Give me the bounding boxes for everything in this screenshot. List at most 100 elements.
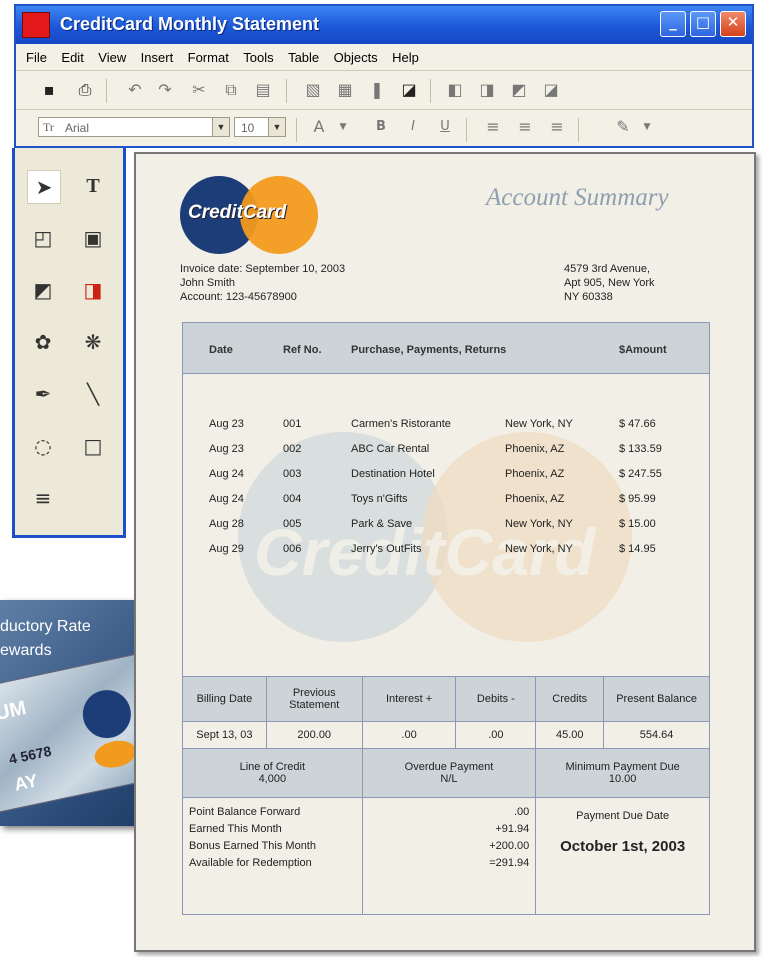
cell-desc: Park & Save	[351, 518, 413, 530]
menu-format[interactable]: Format	[188, 50, 229, 65]
select-arrow-icon[interactable]: ➤	[27, 170, 61, 204]
table-row: Aug 29 006 Jerry's OutFits New York, NY …	[183, 540, 709, 560]
text-tool-icon[interactable]: T	[77, 170, 109, 202]
line-color-icon[interactable]: ✎	[612, 116, 634, 138]
line-tool-icon[interactable]: ╲	[77, 378, 109, 410]
cut-icon[interactable]: ✂	[188, 79, 210, 101]
cell-location: New York, NY	[505, 518, 573, 530]
bring-forward-icon[interactable]: ◧	[444, 79, 466, 101]
cell-location: Phoenix, AZ	[505, 443, 565, 455]
promo-line1: ductory Rate	[0, 618, 91, 635]
previous-statement-value: 200.00	[265, 721, 363, 749]
stamp-tool-icon[interactable]: ◩	[27, 274, 59, 306]
close-button[interactable]: ✕	[720, 11, 746, 37]
font-select[interactable]: Tr Arial ▼	[38, 117, 230, 137]
chevron-down-icon[interactable]: ▼	[332, 116, 354, 138]
debits-value: .00	[455, 721, 537, 749]
menu-table[interactable]: Table	[288, 50, 319, 65]
shapes-tool-icon[interactable]: ✿	[27, 326, 59, 358]
send-backward-icon[interactable]: ◨	[476, 79, 498, 101]
card-text: AY	[12, 770, 40, 795]
balance-summary-table: Billing Date Previous Statement Interest…	[182, 676, 710, 915]
menu-view[interactable]: View	[98, 50, 126, 65]
minimize-icon: _	[669, 13, 677, 31]
toolbar-separator	[430, 79, 431, 103]
menu-help[interactable]: Help	[392, 50, 419, 65]
cell-desc: Destination Hotel	[351, 468, 435, 480]
chevron-down-icon[interactable]: ▼	[212, 118, 229, 136]
cell-date: Aug 23	[209, 418, 244, 430]
save-icon[interactable]: ▪	[38, 79, 60, 101]
align-center-icon[interactable]: ≡	[514, 116, 536, 138]
cell-ref: 002	[283, 443, 302, 455]
pen-tool-icon[interactable]: ✒	[27, 378, 59, 410]
maximize-icon: □	[695, 13, 711, 31]
points-value: +200.00	[489, 840, 530, 852]
toolbar-separator	[296, 118, 297, 142]
print-icon[interactable]: ⎙	[74, 79, 96, 101]
toolbar-separator	[106, 79, 107, 103]
cell-ref: 005	[283, 518, 302, 530]
font-select-value: Arial	[65, 121, 90, 135]
header-billing-date: Billing Date	[182, 676, 267, 722]
note-icon[interactable]: ◪	[398, 79, 420, 101]
rectangle-tool-icon[interactable]: □	[77, 430, 109, 462]
title-bar[interactable]: CreditCard Monthly Statement _ □ ✕	[16, 6, 752, 44]
fill-tool-icon[interactable]: ◌	[27, 430, 59, 462]
insert-table-icon[interactable]: ▦	[334, 79, 356, 101]
points-labels-cell: Point Balance Forward Earned This Month …	[182, 797, 363, 915]
bold-icon[interactable]: B	[370, 116, 392, 138]
cell-amount: $ 47.66	[619, 418, 656, 430]
menu-edit[interactable]: Edit	[61, 50, 83, 65]
cell-location: New York, NY	[505, 543, 573, 555]
cell-location: Phoenix, AZ	[505, 468, 565, 480]
tools-palette: ➤ T ◰ ▣ ◩ ◨ ✿ ❋ ✒ ╲ ◌ □ ≡	[12, 148, 126, 538]
align-left-icon[interactable]: ≡	[482, 116, 504, 138]
insert-image-icon[interactable]: ▧	[302, 79, 324, 101]
header-amount: $Amount	[619, 344, 667, 356]
chevron-down-icon[interactable]: ▼	[636, 116, 658, 138]
chevron-down-icon[interactable]: ▼	[268, 118, 285, 136]
attachment-tool-icon[interactable]: ◨	[77, 274, 109, 306]
points-row: Point Balance Forward Earned This Month …	[182, 797, 710, 915]
line-style-icon[interactable]: ≡	[27, 482, 59, 514]
align-right-icon[interactable]: ≡	[546, 116, 568, 138]
card-number: 4 5678	[7, 742, 53, 768]
menu-insert[interactable]: Insert	[141, 50, 174, 65]
cell-date: Aug 24	[209, 468, 244, 480]
overdue-payment-value: N/L	[440, 773, 458, 785]
redo-icon[interactable]: ↷	[154, 79, 176, 101]
app-icon[interactable]	[22, 12, 50, 38]
italic-icon[interactable]: I	[402, 116, 424, 138]
points-value: =291.94	[489, 857, 530, 869]
send-to-back-icon[interactable]: ◪	[540, 79, 562, 101]
attach-icon[interactable]: ❚	[366, 79, 388, 101]
maximize-button[interactable]: □	[690, 11, 716, 37]
header-credits: Credits	[535, 676, 605, 722]
cell-date: Aug 29	[209, 543, 244, 555]
table-row: Aug 28 005 Park & Save New York, NY $ 15…	[183, 515, 709, 535]
group-tool-icon[interactable]: ❋	[77, 326, 109, 358]
underline-icon[interactable]: U	[434, 116, 456, 138]
copy-icon[interactable]: ⧉	[220, 79, 242, 101]
statement-document: CreditCard CreditCard Account Summary In…	[134, 152, 756, 952]
image-tool-icon[interactable]: ▣	[77, 222, 109, 254]
bring-to-front-icon[interactable]: ◩	[508, 79, 530, 101]
font-size-select[interactable]: 10 ▼	[234, 117, 286, 137]
credit-info-row: Line of Credit 4,000 Overdue Payment N/L…	[182, 748, 710, 798]
note-tool-icon[interactable]: ◰	[27, 222, 59, 254]
menu-file[interactable]: File	[26, 50, 47, 65]
invoice-date: Invoice date: September 10, 2003	[180, 263, 346, 275]
address-line2: Apt 905, New York	[564, 277, 655, 289]
menu-tools[interactable]: Tools	[243, 50, 273, 65]
billing-date-value: Sept 13, 03	[182, 721, 267, 749]
paste-icon[interactable]: ▤	[252, 79, 274, 101]
cell-desc: Carmen's Ristorante	[351, 418, 451, 430]
menu-objects[interactable]: Objects	[334, 50, 378, 65]
payment-due-cell: Payment Due Date October 1st, 2003	[535, 797, 710, 915]
cell-amount: $ 247.55	[619, 468, 662, 480]
minimize-button[interactable]: _	[660, 11, 686, 37]
undo-icon[interactable]: ↶	[124, 79, 146, 101]
header-purchase: Purchase, Payments, Returns	[351, 344, 507, 356]
font-color-icon[interactable]: A	[308, 116, 330, 138]
